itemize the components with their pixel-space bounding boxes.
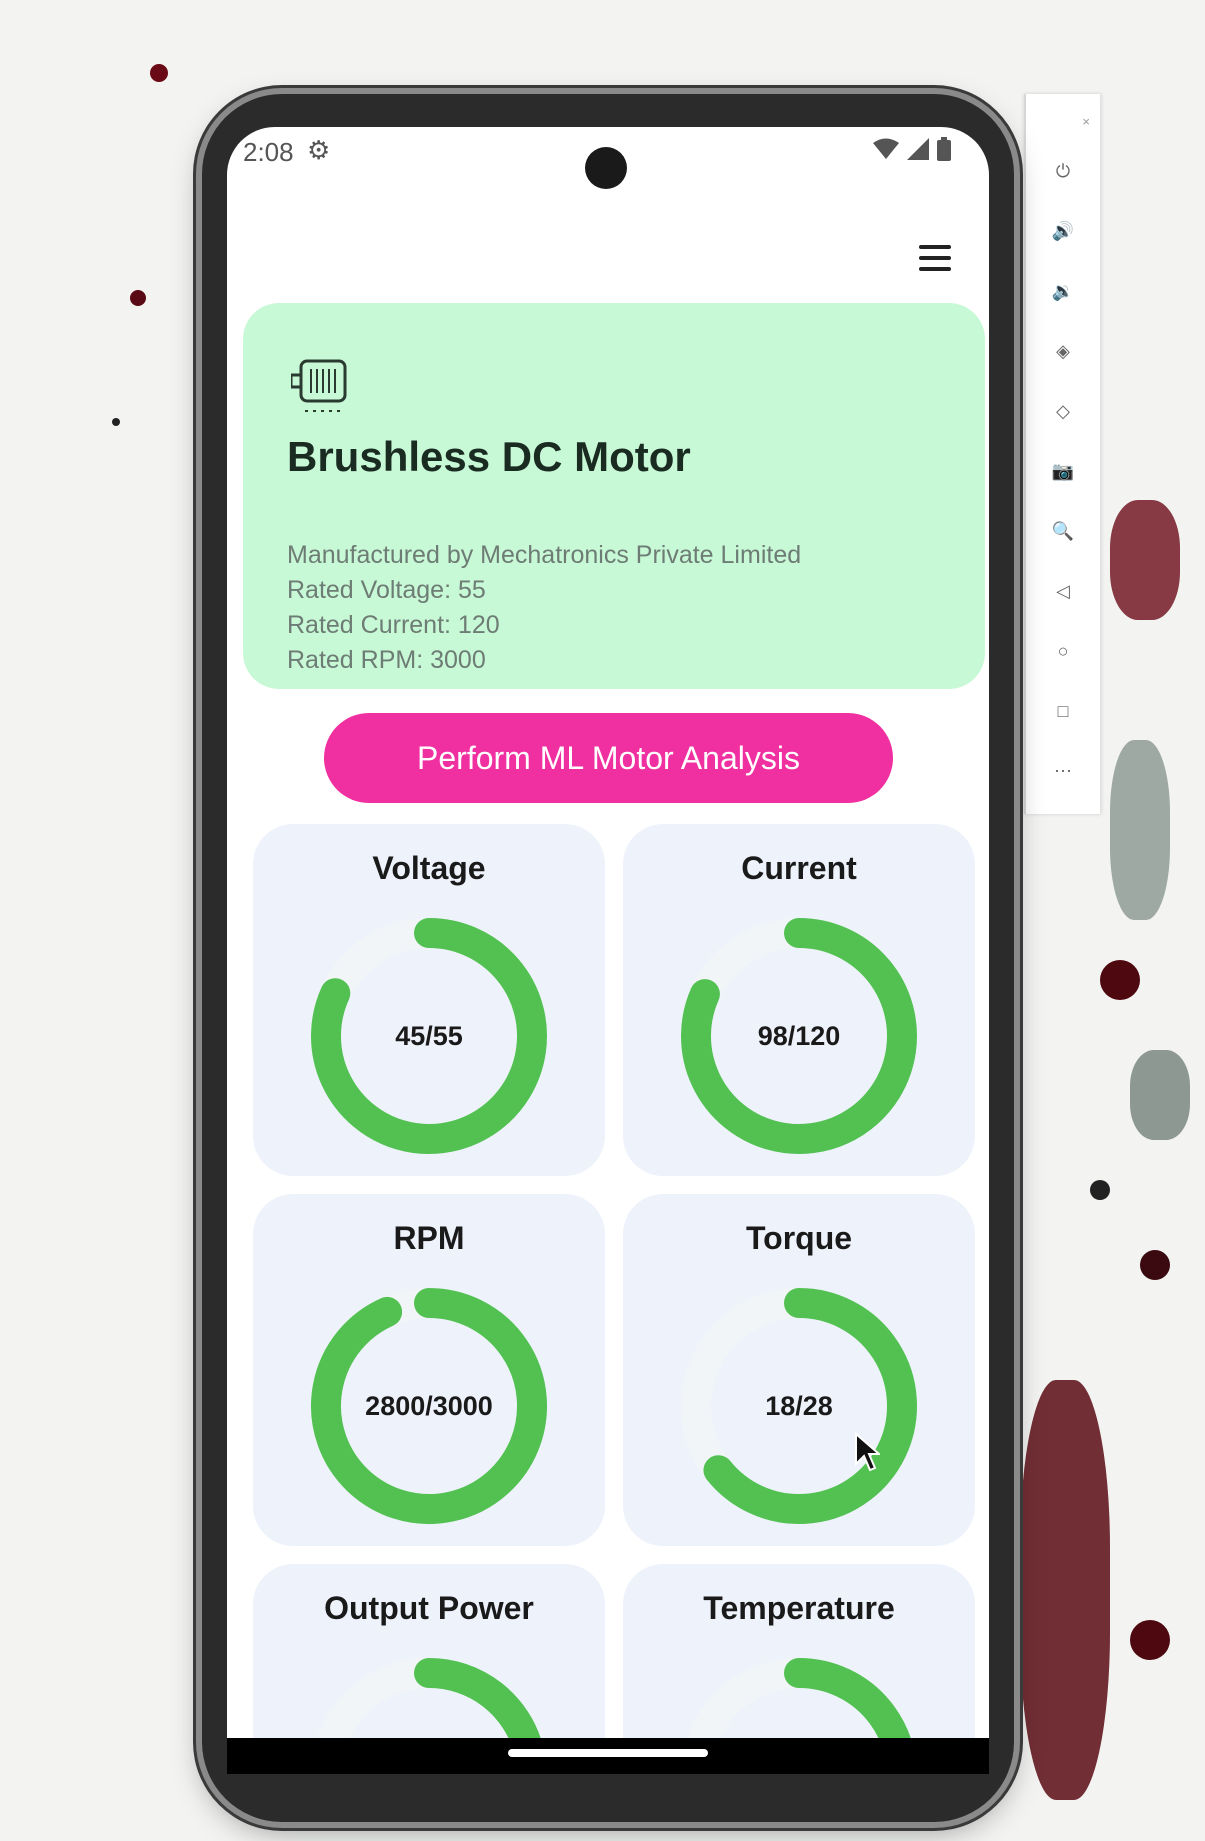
current-gauge-tile: Current 98/120 [623,824,975,1176]
battery-icon [937,137,951,161]
temperature-gauge-tile: Temperature [623,1564,975,1738]
phone-screen: 2:08 ⚙ Brushless DC Motor Manufactured b… [227,127,989,1738]
back-icon[interactable]: ◁ [1046,574,1080,608]
hamburger-menu-icon[interactable] [919,245,951,278]
gauge-title: Current [741,850,857,886]
gauge-value: 98/120 [757,1020,841,1051]
phone-frame: 2:08 ⚙ Brushless DC Motor Manufactured b… [202,94,1014,1822]
gauge-progress-arc [784,1658,911,1738]
manufacturer-text: Manufactured by Mechatronics Private Lim… [287,541,802,569]
gauge-value: 18/28 [765,1390,833,1421]
motor-icon [291,359,347,412]
volume-down-icon[interactable]: 🔉 [1046,274,1080,308]
gauge-title: Torque [745,1220,853,1256]
toolbar-close-icon[interactable]: × [1082,114,1090,129]
status-icons [873,137,951,161]
front-camera [585,147,627,189]
gear-icon: ⚙ [307,135,331,165]
emulator-toolbar: × ⏻ 🔊 🔉 ◈ ◇ 📷 🔍 ◁ ○ □ ⋯ [1024,94,1101,814]
volume-up-icon[interactable]: 🔊 [1046,214,1080,248]
gauge-title: RPM [393,1220,465,1256]
mouse-cursor-icon [855,1432,880,1472]
gauge-title: Output Power [324,1590,534,1626]
signal-icon [907,138,929,160]
more-icon[interactable]: ⋯ [1046,754,1080,788]
power-icon[interactable]: ⏻ [1046,154,1080,188]
voltage-gauge-tile: Voltage 45/55 [253,824,605,1176]
perform-ml-analysis-button[interactable]: Perform ML Motor Analysis [324,713,893,803]
output-power-gauge [317,1658,541,1738]
gauge-progress-arc [414,1658,541,1738]
status-time: 2:08 [243,137,294,167]
rated-rpm-text: Rated RPM: 3000 [287,646,486,674]
overview-icon[interactable]: □ [1046,694,1080,728]
temperature-gauge [687,1658,911,1738]
motor-title: Brushless DC Motor [287,433,691,480]
rotate-left-icon[interactable]: ◈ [1046,334,1080,368]
torque-gauge-tile: Torque 18/28 [623,1194,975,1546]
camera-icon[interactable]: 📷 [1046,454,1080,488]
rated-current-text: Rated Current: 120 [287,611,500,639]
output-power-gauge-tile: Output Power [253,1564,605,1738]
motor-info-card: Brushless DC Motor Manufactured by Mecha… [243,303,985,689]
gauge-value: 2800/3000 [365,1390,493,1421]
gauge-title: Temperature [703,1590,895,1626]
wifi-icon [873,138,899,159]
gauge-title: Voltage [372,850,486,886]
rpm-gauge-tile: RPM 2800/3000 [253,1194,605,1546]
gauge-value: 45/55 [395,1020,463,1051]
home-gesture-handle[interactable] [508,1749,708,1757]
home-icon[interactable]: ○ [1046,634,1080,668]
zoom-icon[interactable]: 🔍 [1046,514,1080,548]
rotate-right-icon[interactable]: ◇ [1046,394,1080,428]
rated-voltage-text: Rated Voltage: 55 [287,576,486,604]
